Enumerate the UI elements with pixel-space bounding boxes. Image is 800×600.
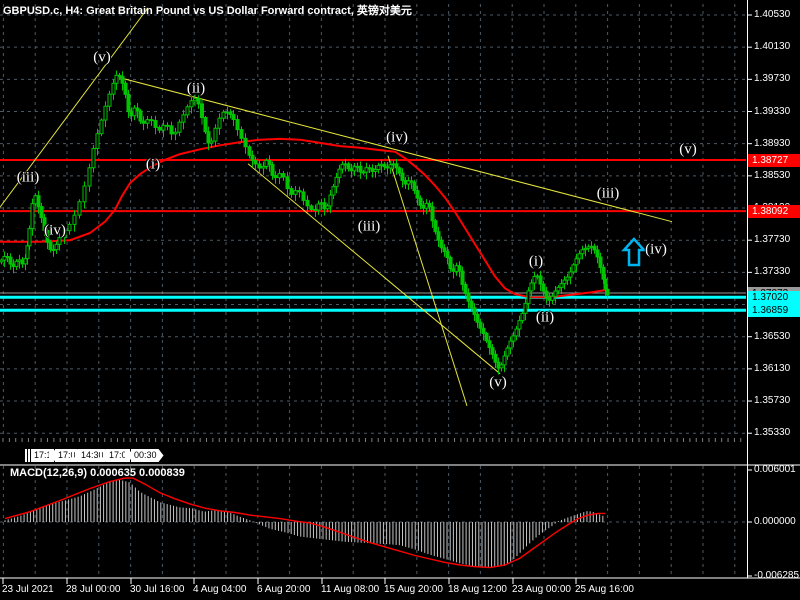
price-badge: 1.36859	[748, 303, 800, 317]
event-tag-bar	[25, 449, 27, 462]
elliott-wave-label[interactable]: (v)	[489, 375, 507, 392]
event-tag-bar	[125, 449, 127, 462]
price-axis-tick: 1.37330	[754, 266, 791, 278]
price-axis-tick: 1.35730	[754, 395, 791, 407]
elliott-wave-label[interactable]: (ii)	[187, 81, 205, 98]
event-time-tag[interactable]: 17:1	[31, 449, 59, 462]
elliott-wave-label[interactable]: (v)	[679, 142, 697, 159]
event-tag-bar	[103, 449, 105, 462]
price-axis-tick: 1.40530	[754, 9, 791, 20]
macd-indicator-label: MACD(12,26,9) 0.000635 0.000839	[10, 467, 185, 479]
elliott-wave-label[interactable]: (iii)	[17, 170, 40, 187]
macd-axis-tick: 0.006001	[754, 464, 796, 475]
elliott-wave-label[interactable]: (i)	[146, 157, 160, 174]
price-axis-tick: 1.37730	[754, 234, 791, 246]
event-tag-bar	[75, 449, 77, 462]
macd-histogram	[4, 479, 604, 568]
elliott-wave-label[interactable]: (iv)	[44, 223, 66, 240]
time-axis-tick: 30 Jul 16:00	[130, 584, 185, 595]
event-time-tag[interactable]: 14:30	[78, 449, 111, 462]
price-axis-tick: 1.38930	[754, 137, 791, 149]
price-axis-tick: 1.36130	[754, 362, 791, 374]
event-time-tag[interactable]: 00:30	[131, 449, 164, 462]
time-axis-tick: 23 Aug 00:00	[512, 584, 571, 595]
event-tag-bar	[100, 449, 102, 462]
price-axis-tick: 1.39730	[754, 73, 791, 85]
price-badge: 1.38727	[748, 153, 800, 167]
elliott-wave-label[interactable]: (iii)	[597, 186, 620, 203]
price-badge: 1.37020	[748, 290, 800, 304]
time-axis-tick: 4 Aug 04:00	[193, 584, 247, 595]
elliott-wave-label[interactable]: (v)	[93, 50, 111, 67]
elliott-wave-label[interactable]: (iv)	[645, 242, 667, 259]
event-tag-bar	[49, 449, 51, 462]
price-axis-tick: 1.35330	[754, 427, 791, 439]
time-axis-tick: 18 Aug 12:00	[448, 584, 507, 595]
elliott-wave-label[interactable]: (i)	[529, 254, 543, 271]
event-tag-bar	[72, 449, 74, 462]
trendline-falling-steep	[387, 155, 468, 407]
price-axis-tick: 1.36530	[754, 330, 791, 342]
elliott-wave-label[interactable]: (iii)	[358, 219, 381, 236]
price-badge: 1.38092	[748, 204, 800, 218]
time-axis-tick: 11 Aug 08:00	[321, 584, 380, 595]
chart-title: GBPUSD.c, H4: Great Britain Pound vs US …	[3, 5, 412, 17]
macd-axis-tick: 0.000000	[754, 516, 796, 527]
panel-borders	[0, 0, 800, 584]
ma-line	[0, 137, 606, 299]
time-axis-tick: 28 Jul 00:00	[66, 584, 121, 595]
time-axis-tick: 6 Aug 20:00	[257, 584, 311, 595]
macd-signal-line	[4, 477, 605, 569]
up-arrow-icon[interactable]	[621, 237, 647, 267]
time-axis-tick: 25 Aug 16:00	[575, 584, 634, 595]
time-axis-tick: 23 Jul 2021	[2, 584, 54, 595]
price-axis-tick: 1.38530	[754, 169, 791, 181]
time-axis-tick: 15 Aug 20:00	[384, 584, 443, 595]
elliott-wave-label[interactable]: (ii)	[536, 310, 554, 327]
event-tag-bar	[28, 449, 30, 462]
chart-window[interactable]: GBPUSD.c, H4: Great Britain Pound vs US …	[0, 0, 800, 600]
price-axis-tick: 1.39330	[754, 105, 791, 117]
macd-axis-tick: -0.006285	[754, 570, 800, 581]
event-tag-bar	[52, 449, 54, 462]
trendlines[interactable]	[0, 7, 673, 407]
candlestick-series	[0, 70, 610, 375]
event-tag-bar	[128, 449, 130, 462]
elliott-wave-label[interactable]: (iv)	[386, 130, 408, 147]
price-axis-tick: 1.40130	[754, 41, 791, 53]
price-chart-canvas[interactable]	[0, 0, 800, 600]
